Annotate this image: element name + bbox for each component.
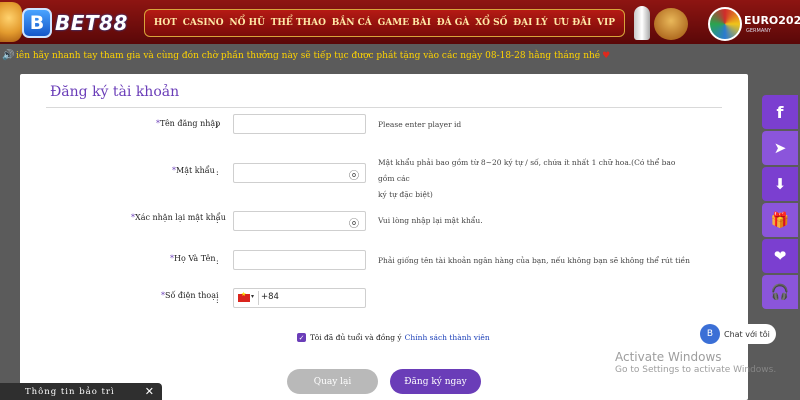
top-header: B BET88 HOT CASINO NỔ HŨ THỂ THAO BẮN CÁ… — [0, 0, 800, 44]
confirm-password-colon: : — [216, 216, 219, 225]
password-colon: : — [216, 168, 219, 177]
chat-widget[interactable]: B Chat với tôi — [700, 324, 776, 344]
logo-text: BET88 — [55, 11, 128, 35]
mascot-image — [0, 2, 22, 42]
speaker-icon: 🔊 — [2, 50, 15, 61]
username-label: *Tên đăng nhập — [156, 119, 220, 128]
nav-item-game-bai[interactable]: GAME BÀI — [378, 18, 431, 28]
phone-divider — [258, 291, 259, 305]
password-hint-line1: Mật khẩu phải bao gồm từ 8~20 ký tự / số… — [378, 158, 676, 183]
nav-item-da-ga[interactable]: ĐÁ GÀ — [437, 18, 470, 28]
password-label-text: Mật khẩu — [176, 166, 215, 175]
nav-item-xo-so[interactable]: XỔ SỐ — [475, 18, 507, 28]
close-icon[interactable]: ✕ — [145, 385, 154, 398]
username-hint: Please enter player id — [378, 120, 462, 129]
telegram-glyph: ➤ — [773, 139, 787, 157]
username-colon: : — [216, 120, 219, 129]
fullname-input[interactable] — [233, 250, 366, 270]
fullname-label: *Họ Và Tên — [170, 254, 216, 263]
nav-item-uu-dai[interactable]: ƯU ĐÃI — [553, 18, 591, 28]
mascot-bear-icon — [654, 8, 688, 40]
phone-colon: : — [216, 296, 219, 305]
watermark-line1: Activate Windows — [615, 350, 722, 364]
gift-icon[interactable]: 🎁 — [762, 203, 798, 237]
watermark-line2: Go to Settings to activate Windows. — [615, 365, 777, 375]
eye-icon[interactable]: ⓞ — [349, 215, 359, 230]
confirm-password-input[interactable]: ⓞ — [233, 211, 366, 231]
chat-label: Chat với tôi — [724, 329, 770, 339]
telegram-icon[interactable]: ➤ — [762, 131, 798, 165]
chevron-down-icon[interactable]: ▾ — [251, 293, 254, 300]
phone-label: *Số điện thoại — [161, 291, 219, 300]
maintenance-bar[interactable]: Thông tin bảo trì ✕ — [0, 383, 162, 400]
eye-icon[interactable]: ⓞ — [349, 167, 359, 182]
register-button[interactable]: Đăng ký ngay — [390, 369, 481, 394]
nav-item-the-thao[interactable]: THỂ THAO — [271, 18, 326, 28]
nav-item-dai-ly[interactable]: ĐẠI LÝ — [513, 18, 547, 28]
logo-badge: B — [22, 8, 52, 38]
gift-glyph: 🎁 — [770, 211, 790, 229]
back-button[interactable]: Quay lại — [287, 369, 378, 394]
euro-badge-icon — [708, 7, 742, 41]
heart-glyph: ❤ — [773, 247, 787, 265]
nav-item-vip[interactable]: VIP — [597, 18, 615, 28]
fullname-colon: : — [216, 257, 219, 266]
nav-item-no-hu[interactable]: NỔ HŨ — [229, 18, 265, 28]
site-logo[interactable]: B BET88 — [22, 8, 128, 38]
fullname-hint: Phải giống tên tài khoản ngân hàng của b… — [378, 256, 690, 265]
nav-item-casino[interactable]: CASINO — [183, 18, 224, 28]
heart-icon: ♥ — [602, 50, 611, 61]
euro-2024-banner[interactable]: EURO2024 GERMANY — [628, 4, 800, 42]
country-code: +84 — [261, 292, 279, 302]
phone-input[interactable]: ▾ +84 — [233, 288, 366, 308]
password-hint-line2: ký tự đặc biệt) — [378, 190, 433, 199]
headset-icon[interactable]: 🎧 — [762, 275, 798, 309]
agree-text: Tôi đã đủ tuổi và đồng ý — [310, 333, 402, 342]
download-glyph: ⬇ — [773, 175, 787, 193]
password-hint: Mật khẩu phải bao gồm từ 8~20 ký tự / số… — [378, 155, 678, 203]
password-input[interactable]: ⓞ — [233, 163, 366, 183]
confirm-password-label: *Xác nhận lại mật khẩu — [131, 213, 226, 222]
member-policy-link[interactable]: Chính sách thành viên — [405, 333, 490, 342]
facebook-icon[interactable]: f — [762, 95, 798, 129]
side-toolbar: f ➤ ⬇ 🎁 ❤ 🎧 — [762, 95, 798, 311]
fullname-label-text: Họ Và Tên — [174, 254, 216, 263]
windows-activation-watermark: Activate Windows Go to Settings to activ… — [615, 350, 776, 375]
password-label: *Mật khẩu — [172, 166, 215, 175]
title-divider — [46, 107, 722, 108]
confirm-password-hint: Vui lòng nhập lại mật khẩu. — [378, 216, 483, 225]
username-label-text: Tên đăng nhập — [160, 119, 221, 128]
phone-label-text: Số điện thoại — [165, 291, 219, 300]
maintenance-label: Thông tin bảo trì — [25, 386, 115, 397]
trophy-icon — [634, 6, 650, 40]
agree-checkbox[interactable]: ✓ — [297, 333, 306, 342]
support-heart-icon[interactable]: ❤ — [762, 239, 798, 273]
agree-row: ✓ Tôi đã đủ tuổi và đồng ý Chính sách th… — [297, 333, 490, 342]
euro-subtitle: GERMANY — [746, 28, 772, 34]
download-icon[interactable]: ⬇ — [762, 167, 798, 201]
page-title: Đăng ký tài khoản — [50, 84, 180, 100]
main-nav: HOT CASINO NỔ HŨ THỂ THAO BẮN CÁ GAME BÀ… — [144, 9, 625, 37]
username-input[interactable] — [233, 114, 366, 134]
nav-item-hot[interactable]: HOT — [154, 18, 177, 28]
confirm-password-label-text: Xác nhận lại mật khẩu — [135, 213, 226, 222]
headset-glyph: 🎧 — [770, 283, 790, 301]
ticker-message: iên hãy nhanh tay tham gia và cùng đón c… — [16, 50, 601, 61]
vietnam-flag-icon[interactable] — [238, 291, 250, 302]
chat-icon: B — [700, 324, 720, 344]
nav-item-ban-ca[interactable]: BẮN CÁ — [332, 18, 372, 28]
announcement-ticker: 🔊 iên hãy nhanh tay tham gia và cùng đón… — [0, 44, 800, 67]
euro-title: EURO2024 — [744, 14, 800, 27]
